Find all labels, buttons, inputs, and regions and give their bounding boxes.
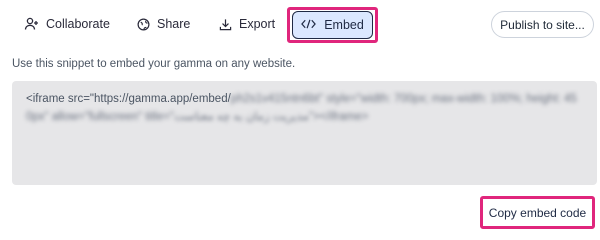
tab-share[interactable]: Share	[137, 10, 190, 38]
embed-code-prefix: <iframe src="https://gamma.app/embed/	[26, 93, 231, 105]
copy-embed-code-button[interactable]: Copy embed code	[480, 196, 595, 229]
embed-description: Use this snippet to embed your gamma on …	[12, 58, 296, 70]
tab-embed[interactable]: Embed	[292, 11, 373, 39]
tab-share-label: Share	[157, 17, 191, 31]
globe-icon	[137, 18, 150, 31]
tab-collaborate-label: Collaborate	[46, 17, 110, 31]
code-icon	[301, 18, 317, 33]
tab-collaborate[interactable]: Collaborate	[24, 10, 110, 38]
add-user-icon	[24, 17, 39, 31]
tab-export[interactable]: Export	[219, 10, 275, 38]
copy-embed-code-label: Copy embed code	[488, 205, 587, 220]
embed-code-box[interactable]: <iframe src="https://gamma.app/embed/ph2…	[12, 81, 597, 185]
tab-embed-label: Embed	[324, 18, 364, 32]
download-icon	[219, 18, 232, 31]
publish-label: Publish to site...	[500, 17, 585, 32]
tab-export-label: Export	[239, 17, 276, 31]
publish-to-site-button[interactable]: Publish to site...	[491, 11, 594, 38]
